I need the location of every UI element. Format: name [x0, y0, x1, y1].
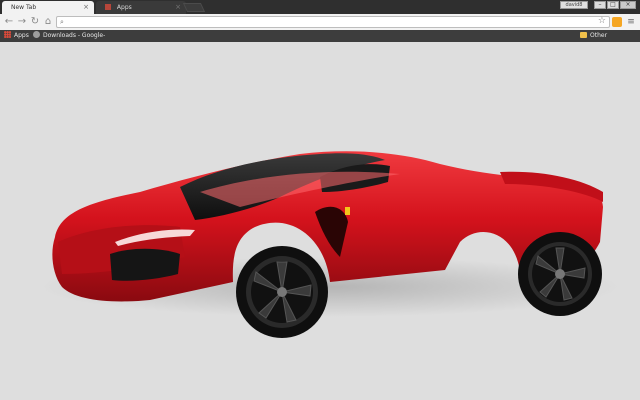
close-icon[interactable]: × [83, 1, 89, 14]
apps-grid-icon [4, 31, 11, 38]
search-icon: ⌕ [60, 18, 64, 26]
reload-icon[interactable]: ↻ [29, 16, 41, 28]
minimize-button[interactable]: – [594, 1, 606, 9]
extension-icon[interactable] [612, 17, 622, 27]
bookmark-label: Apps [14, 32, 29, 39]
maximize-button[interactable]: □ [607, 1, 619, 9]
bookmark-apps[interactable]: Apps [4, 30, 29, 42]
car-front-intake [110, 248, 180, 281]
tab-label: Apps [116, 4, 132, 11]
star-icon[interactable]: ☆ [598, 16, 606, 26]
browser-toolbar: ← → ↻ ⌂ ⌕ ☆ ≡ [0, 14, 640, 30]
front-wheel [236, 246, 328, 338]
close-icon[interactable]: × [175, 1, 181, 14]
address-input[interactable] [69, 17, 589, 27]
new-tab-page [0, 42, 640, 400]
apps-grid-icon [105, 4, 111, 10]
tab-label: New Tab [11, 4, 37, 11]
google-icon [33, 31, 40, 38]
address-bar[interactable]: ⌕ ☆ [56, 16, 610, 28]
tab-strip: New Tab × Apps × david8 – □ × [0, 0, 640, 14]
car-badge [345, 207, 350, 215]
back-icon[interactable]: ← [3, 16, 15, 28]
profile-button[interactable]: david8 [560, 1, 588, 9]
bookmark-label: Downloads - Google- [43, 32, 106, 39]
home-icon[interactable]: ⌂ [42, 16, 54, 28]
new-tab-button[interactable] [182, 3, 206, 12]
close-window-button[interactable]: × [620, 1, 636, 9]
menu-icon[interactable]: ≡ [626, 17, 636, 27]
car-wallpaper-image [40, 151, 620, 338]
rear-wheel [518, 232, 602, 316]
folder-icon [580, 32, 587, 38]
bookmark-downloads[interactable]: Downloads - Google- [33, 30, 105, 42]
bookmarks-bar: Apps Downloads - Google- Other bookmarks [0, 30, 640, 51]
tab-new-tab[interactable]: New Tab × [2, 1, 94, 14]
tab-apps[interactable]: Apps × [96, 1, 186, 14]
forward-icon[interactable]: → [16, 16, 28, 28]
